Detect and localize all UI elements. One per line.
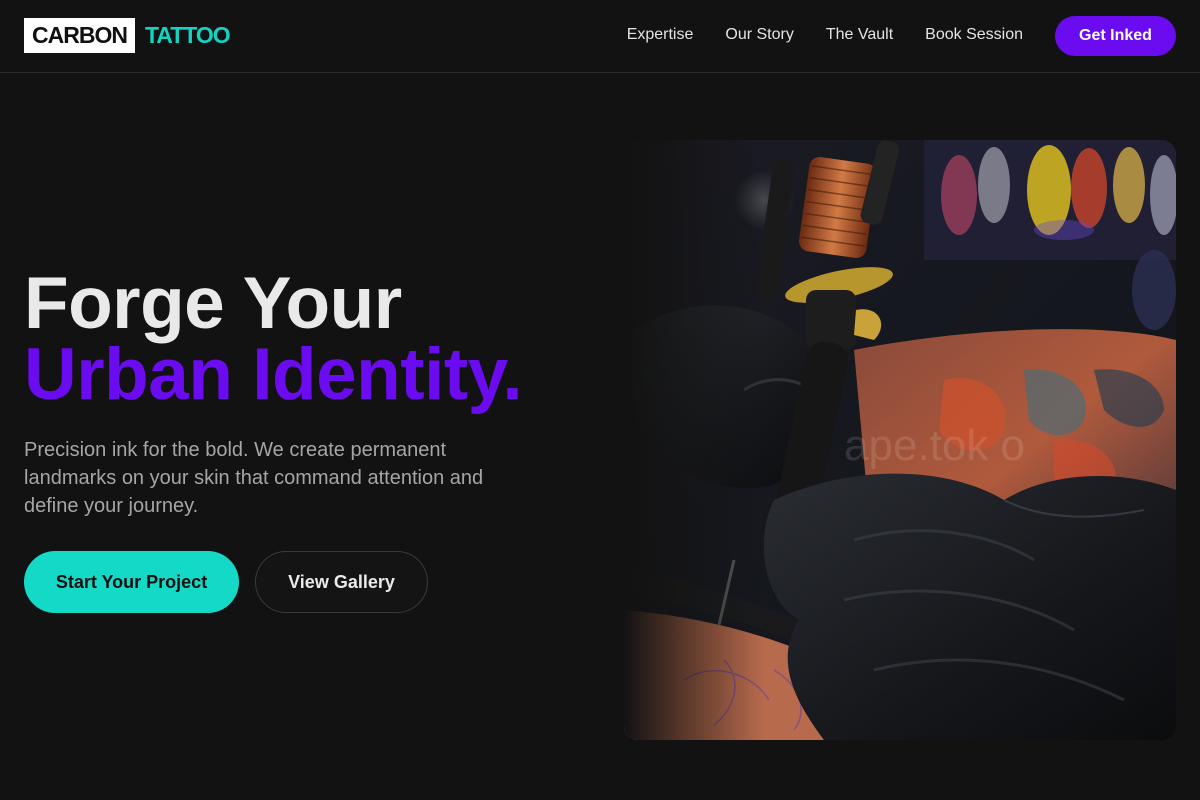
main-nav: Expertise Our Story The Vault Book Sessi… — [627, 26, 1023, 44]
logo-main: CARBON — [24, 18, 135, 53]
hero-lead: Precision ink for the bold. We create pe… — [24, 439, 484, 517]
hero-title-line-2: Urban Identity. — [24, 334, 523, 415]
start-project-button[interactable]: Start Your Project — [24, 551, 239, 613]
nav-our-story[interactable]: Our Story — [725, 26, 793, 44]
hero-image-fade — [624, 140, 764, 740]
hero-title-line-1: Forge Your — [24, 263, 402, 344]
view-gallery-button[interactable]: View Gallery — [255, 551, 428, 613]
brand-logo[interactable]: CARBON TATTOO — [24, 18, 231, 53]
nav-book-session[interactable]: Book Session — [925, 26, 1023, 44]
nav-expertise[interactable]: Expertise — [627, 26, 694, 44]
hero-title: Forge Your Urban Identity. — [24, 263, 523, 415]
get-inked-button[interactable]: Get Inked — [1055, 16, 1176, 56]
hero-image: ape.tok o — [624, 140, 1176, 740]
logo-accent: TATTOO — [144, 22, 231, 48]
svg-text:ape.tok o: ape.tok o — [844, 421, 1025, 470]
site-header: CARBON TATTOO Expertise Our Story The Va… — [0, 0, 1200, 73]
nav-the-vault[interactable]: The Vault — [826, 26, 893, 44]
